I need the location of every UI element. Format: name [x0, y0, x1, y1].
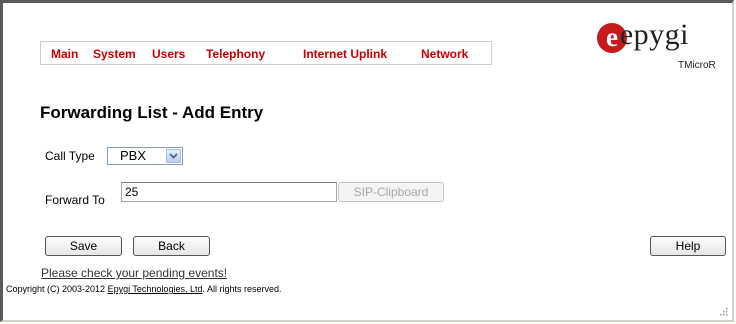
menu-network[interactable]: Network [421, 47, 468, 61]
browser-frame: Main System Users Telephony Internet Upl… [0, 0, 734, 322]
pending-events-link[interactable]: Please check your pending events! [41, 266, 227, 280]
sip-clipboard-button[interactable]: SIP-Clipboard [338, 182, 444, 202]
logo-wordmark: eepygi [619, 18, 689, 52]
save-button[interactable]: Save [45, 236, 122, 256]
company-link[interactable]: Epygi Technologies, Ltd [108, 284, 203, 294]
back-button[interactable]: Back [133, 236, 210, 256]
main-menu-bar: Main System Users Telephony Internet Upl… [40, 41, 492, 65]
resize-grip-icon[interactable] [718, 306, 728, 316]
page-title: Forwarding List - Add Entry [40, 103, 264, 122]
call-type-select[interactable]: PBX [107, 147, 183, 165]
help-button[interactable]: Help [650, 236, 726, 256]
copyright-text: Copyright (C) 2003-2012 Epygi Technologi… [6, 284, 282, 294]
epygi-logo: e eepygi TMicroR [597, 18, 717, 83]
menu-telephony[interactable]: Telephony [206, 47, 265, 61]
menu-users[interactable]: Users [152, 47, 185, 61]
forward-to-label: Forward To [45, 193, 105, 207]
call-type-value: PBX [120, 148, 147, 163]
menu-main[interactable]: Main [51, 47, 78, 61]
copyright-prefix: Copyright (C) 2003-2012 [6, 284, 108, 294]
logo-product: TMicroR [678, 60, 716, 71]
copyright-suffix: . All rights reserved. [202, 284, 282, 294]
forward-to-input[interactable]: 25 [121, 182, 337, 202]
menu-divider [491, 41, 492, 65]
logo-brand-text: epygi [619, 18, 689, 51]
menu-internet-uplink[interactable]: Internet Uplink [303, 47, 387, 61]
menu-system[interactable]: System [93, 47, 136, 61]
call-type-label: Call Type [45, 149, 95, 163]
chevron-down-icon[interactable] [166, 149, 181, 163]
